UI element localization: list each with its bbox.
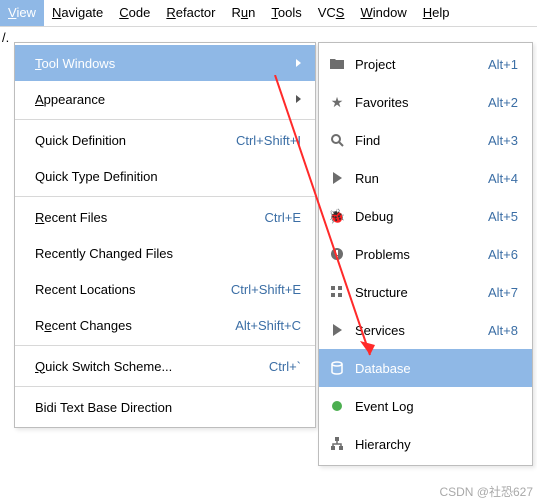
submenu-item-shortcut: Alt+8 [488, 323, 518, 338]
menubar-item-code[interactable]: Code [111, 0, 158, 26]
submenu-item-shortcut: Alt+5 [488, 209, 518, 224]
menu-item-label: Recently Changed Files [35, 246, 301, 261]
menubar-item-help[interactable]: Help [415, 0, 458, 26]
submenu-item-problems[interactable]: Problems Alt+6 [319, 235, 532, 273]
services-icon [329, 322, 345, 338]
bug-icon: 🐞 [329, 208, 345, 224]
tool-windows-submenu: Project Alt+1 ★ Favorites Alt+2 Find Alt… [318, 42, 533, 466]
event-log-icon [329, 398, 345, 414]
submenu-item-label: Hierarchy [355, 437, 518, 452]
submenu-arrow-icon [296, 59, 301, 67]
warning-icon [329, 246, 345, 262]
menubar-item-tools[interactable]: Tools [263, 0, 309, 26]
menubar-item-window[interactable]: Window [352, 0, 414, 26]
menu-item-label: Bidi Text Base Direction [35, 400, 301, 415]
menu-separator [15, 119, 315, 120]
menu-item-label: Appearance [35, 92, 288, 107]
submenu-item-label: Favorites [355, 95, 488, 110]
submenu-item-run[interactable]: Run Alt+4 [319, 159, 532, 197]
menu-item-tool-windows[interactable]: Tool Windows [15, 45, 315, 81]
menu-item-recent-files[interactable]: Recent Files Ctrl+E [15, 199, 315, 235]
submenu-item-label: Debug [355, 209, 488, 224]
menu-separator [15, 345, 315, 346]
submenu-item-find[interactable]: Find Alt+3 [319, 121, 532, 159]
submenu-item-label: Find [355, 133, 488, 148]
menu-item-shortcut: Ctrl+E [265, 210, 301, 225]
submenu-item-hierarchy[interactable]: Hierarchy [319, 425, 532, 463]
play-icon [329, 170, 345, 186]
search-icon [329, 132, 345, 148]
view-menu-dropdown: Tool Windows Appearance Quick Definition… [14, 42, 316, 428]
submenu-item-shortcut: Alt+4 [488, 171, 518, 186]
submenu-item-shortcut: Alt+7 [488, 285, 518, 300]
structure-icon [329, 284, 345, 300]
menu-item-shortcut: Ctrl+Shift+I [236, 133, 301, 148]
menu-item-recent-changes[interactable]: Recent Changes Alt+Shift+C [15, 307, 315, 343]
submenu-item-label: Project [355, 57, 488, 72]
menu-item-appearance[interactable]: Appearance [15, 81, 315, 117]
submenu-item-label: Run [355, 171, 488, 186]
submenu-item-label: Event Log [355, 399, 518, 414]
menubar-item-navigate[interactable]: Navigate [44, 0, 111, 26]
breadcrumb-fragment: /. [2, 30, 9, 45]
menu-item-shortcut: Ctrl+Shift+E [231, 282, 301, 297]
submenu-item-label: Database [355, 361, 518, 376]
folder-icon [329, 56, 345, 72]
menu-item-quick-switch-scheme[interactable]: Quick Switch Scheme... Ctrl+` [15, 348, 315, 384]
submenu-item-project[interactable]: Project Alt+1 [319, 45, 532, 83]
menu-item-label: Quick Switch Scheme... [35, 359, 269, 374]
submenu-item-database[interactable]: Database [319, 349, 532, 387]
menubar-item-view[interactable]: View [0, 0, 44, 26]
menu-item-bidi-text-direction[interactable]: Bidi Text Base Direction [15, 389, 315, 425]
submenu-item-shortcut: Alt+3 [488, 133, 518, 148]
menu-item-label: Recent Changes [35, 318, 235, 333]
submenu-item-debug[interactable]: 🐞 Debug Alt+5 [319, 197, 532, 235]
menu-item-shortcut: Alt+Shift+C [235, 318, 301, 333]
watermark: CSDN @社恐627 [439, 483, 533, 500]
submenu-item-label: Problems [355, 247, 488, 262]
menu-item-label: Recent Files [35, 210, 265, 225]
submenu-item-label: Structure [355, 285, 488, 300]
menu-item-label: Quick Type Definition [35, 169, 301, 184]
menubar-item-refactor[interactable]: Refactor [158, 0, 223, 26]
submenu-item-shortcut: Alt+6 [488, 247, 518, 262]
submenu-item-event-log[interactable]: Event Log [319, 387, 532, 425]
menu-item-quick-type-definition[interactable]: Quick Type Definition [15, 158, 315, 194]
submenu-item-shortcut: Alt+1 [488, 57, 518, 72]
menu-item-label: Tool Windows [35, 56, 288, 71]
menubar-item-run[interactable]: Run [224, 0, 264, 26]
submenu-item-label: Services [355, 323, 488, 338]
submenu-item-services[interactable]: Services Alt+8 [319, 311, 532, 349]
menu-separator [15, 386, 315, 387]
menu-item-shortcut: Ctrl+` [269, 359, 301, 374]
toolbar-separator [0, 26, 537, 42]
submenu-item-shortcut: Alt+2 [488, 95, 518, 110]
submenu-item-favorites[interactable]: ★ Favorites Alt+2 [319, 83, 532, 121]
submenu-item-structure[interactable]: Structure Alt+7 [319, 273, 532, 311]
menu-separator [15, 196, 315, 197]
menubar: View Navigate Code Refactor Run Tools VC… [0, 0, 537, 26]
menubar-item-vcs[interactable]: VCS [310, 0, 353, 26]
menu-item-recent-locations[interactable]: Recent Locations Ctrl+Shift+E [15, 271, 315, 307]
submenu-arrow-icon [296, 95, 301, 103]
menu-item-label: Quick Definition [35, 133, 236, 148]
star-icon: ★ [329, 94, 345, 110]
hierarchy-icon [329, 436, 345, 452]
menu-item-label: Recent Locations [35, 282, 231, 297]
menu-item-quick-definition[interactable]: Quick Definition Ctrl+Shift+I [15, 122, 315, 158]
database-icon [329, 360, 345, 376]
menu-item-recently-changed-files[interactable]: Recently Changed Files [15, 235, 315, 271]
